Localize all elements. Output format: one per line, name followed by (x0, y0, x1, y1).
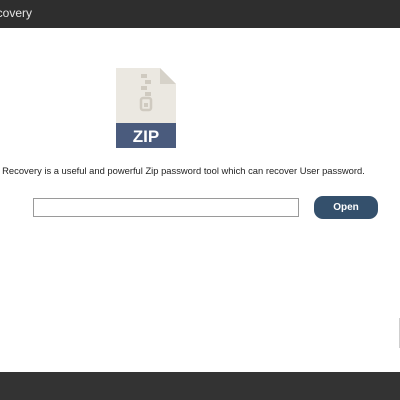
bottom-bar (0, 372, 400, 400)
window-title: ecovery (0, 6, 33, 20)
description-text: ord Recovery is a useful and powerful Zi… (0, 165, 365, 176)
title-bar: ecovery (0, 0, 400, 28)
zip-icon-label: ZIP (133, 127, 159, 146)
file-path-input[interactable] (33, 198, 299, 217)
app-window: ecovery ZIP ord Recovery is a useful and… (0, 0, 400, 400)
main-content: ZIP ord Recovery is a useful and powerfu… (0, 28, 400, 372)
zip-file-icon: ZIP (116, 68, 176, 148)
open-button[interactable]: Open (314, 196, 378, 219)
